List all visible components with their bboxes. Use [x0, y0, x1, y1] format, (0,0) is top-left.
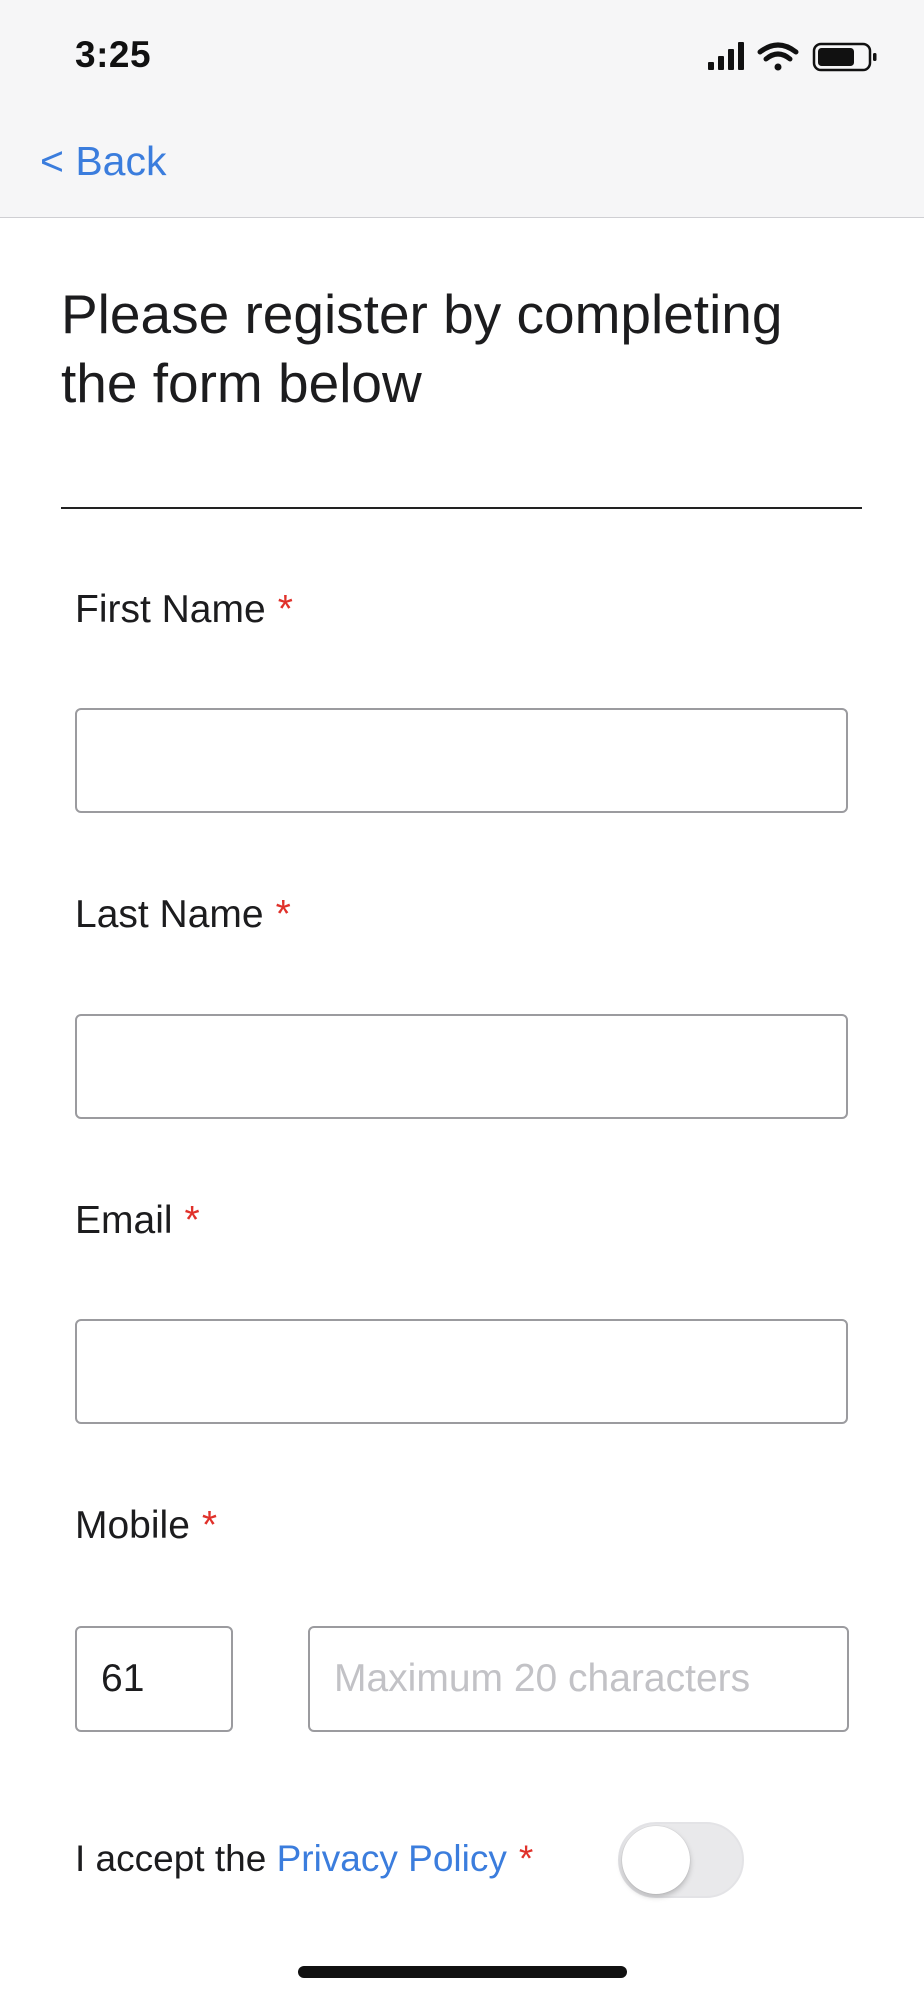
- privacy-policy-link[interactable]: Privacy Policy: [277, 1838, 507, 1879]
- top-bar: 3:25 < Back: [0, 0, 924, 218]
- first-name-label: First Name *: [75, 588, 293, 632]
- country-code-input[interactable]: [75, 1626, 233, 1732]
- last-name-label-text: Last Name: [75, 893, 264, 936]
- toggle-knob: [622, 1826, 690, 1894]
- privacy-row: I accept the Privacy Policy *: [75, 1838, 533, 1880]
- first-name-input[interactable]: [75, 708, 848, 813]
- required-marker: *: [277, 588, 293, 631]
- status-time: 3:25: [75, 34, 152, 75]
- home-indicator: [298, 1966, 627, 1978]
- first-name-label-text: First Name: [75, 588, 266, 631]
- required-marker: *: [201, 1504, 218, 1547]
- privacy-prefix: I accept the: [75, 1838, 267, 1879]
- email-label: Email *: [75, 1199, 200, 1243]
- status-icons: [708, 42, 877, 72]
- signal-icon: [708, 42, 744, 70]
- required-marker: *: [275, 893, 291, 936]
- required-marker: *: [184, 1199, 200, 1242]
- privacy-accept-toggle[interactable]: [618, 1822, 744, 1898]
- mobile-number-input[interactable]: [308, 1626, 849, 1732]
- page-title: Please register by completing the form b…: [61, 283, 783, 414]
- last-name-label: Last Name *: [75, 893, 291, 937]
- mobile-label-text: Mobile: [75, 1504, 190, 1547]
- mobile-label: Mobile *: [75, 1504, 217, 1548]
- back-button[interactable]: < Back: [40, 138, 166, 185]
- wifi-icon: [757, 42, 799, 71]
- title-divider: [61, 507, 862, 509]
- email-label-text: Email: [75, 1199, 173, 1242]
- battery-icon: [812, 42, 877, 72]
- last-name-input[interactable]: [75, 1014, 848, 1119]
- required-marker: *: [518, 1838, 534, 1879]
- email-input[interactable]: [75, 1319, 848, 1424]
